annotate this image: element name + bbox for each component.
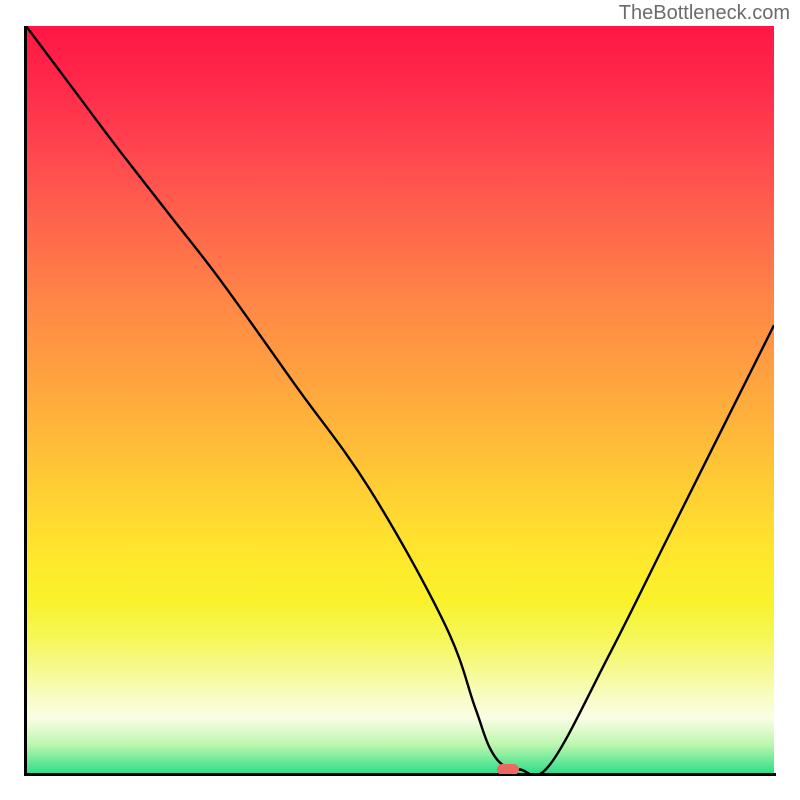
curve-layer [26, 26, 774, 774]
axis-y [24, 26, 27, 776]
axis-x [24, 773, 776, 776]
bottleneck-chart: TheBottleneck.com [0, 0, 800, 800]
bottleneck-curve [26, 26, 774, 774]
optimal-marker [497, 764, 519, 774]
watermark-text: TheBottleneck.com [619, 2, 790, 25]
plot-region [26, 26, 774, 774]
